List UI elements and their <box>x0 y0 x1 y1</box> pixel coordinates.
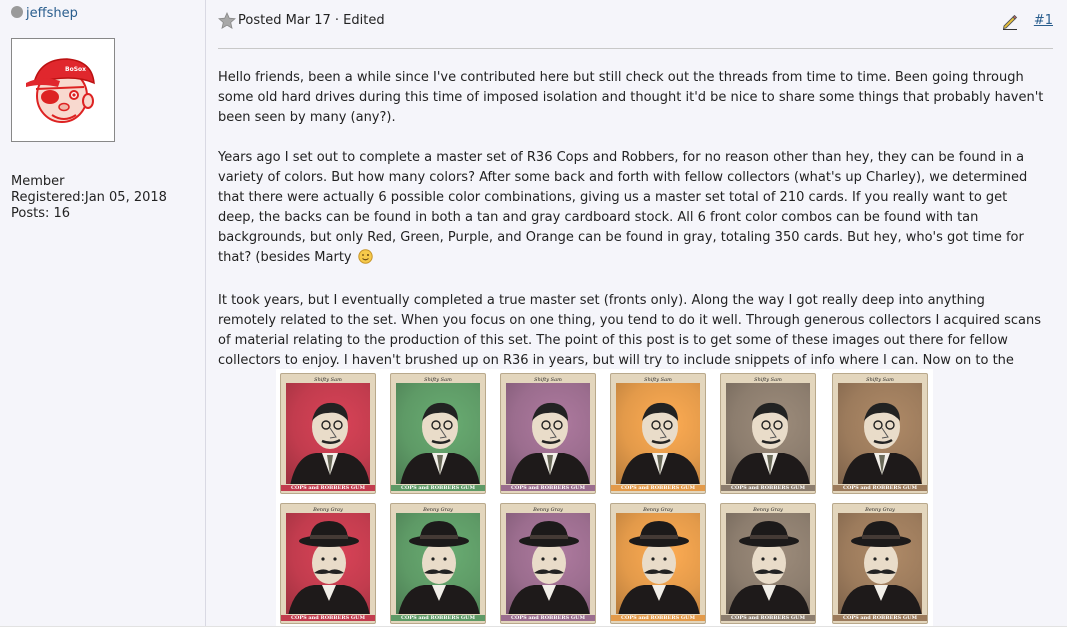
edit-pencil-icon[interactable] <box>1001 12 1019 34</box>
trading-card: Shifty Sam COPS and ROBBERS GUM <box>832 373 928 494</box>
user-row: jeffshep <box>11 6 78 21</box>
trading-card: Shifty Sam COPS and ROBBERS GUM <box>500 373 596 494</box>
user-sidebar: jeffshep BoSox Member Registered:Jan 05,… <box>0 0 206 626</box>
post-number-link[interactable]: #1 <box>1034 13 1053 28</box>
card-portrait <box>616 383 700 484</box>
post-line: Years ago I set out to complete a master… <box>218 150 1025 165</box>
card-brand: COPS and ROBBERS GUM <box>611 485 705 491</box>
card-brand: COPS and ROBBERS GUM <box>281 485 375 491</box>
post-paragraph: It took years, but I eventually complete… <box>218 291 1056 371</box>
post-body: Hello friends, been a while since I've c… <box>218 68 1056 391</box>
card-brand: COPS and ROBBERS GUM <box>833 485 927 491</box>
bottom-strip <box>0 626 1067 637</box>
post-line: been seen by many (any?). <box>218 110 396 125</box>
trading-card: Benny Gray COPS and ROBBERS GUM <box>500 503 596 624</box>
card-portrait <box>506 513 590 614</box>
card-portrait <box>726 383 810 484</box>
post-meta: Posted Mar 17 · Edited <box>238 13 385 28</box>
trading-card: Shifty Sam COPS and ROBBERS GUM <box>720 373 816 494</box>
user-post-count: Posts: 16 <box>11 206 71 221</box>
avatar-cap-text: BoSox <box>65 66 86 73</box>
post-paragraph: Hello friends, been a while since I've c… <box>218 68 1056 128</box>
post-line: of material relating to the production o… <box>218 333 1008 348</box>
trading-card: Benny Gray COPS and ROBBERS GUM <box>280 503 376 624</box>
trading-card: Benny Gray COPS and ROBBERS GUM <box>610 503 706 624</box>
card-brand: COPS and ROBBERS GUM <box>391 615 485 621</box>
card-brand: COPS and ROBBERS GUM <box>721 485 815 491</box>
trading-card: Benny Gray COPS and ROBBERS GUM <box>832 503 928 624</box>
trading-card: Benny Gray COPS and ROBBERS GUM <box>720 503 816 624</box>
card-portrait <box>616 513 700 614</box>
card-brand: COPS and ROBBERS GUM <box>611 615 705 621</box>
card-brand: COPS and ROBBERS GUM <box>281 615 375 621</box>
offline-status-icon <box>11 6 23 18</box>
card-portrait <box>506 383 590 484</box>
card-portrait <box>286 383 370 484</box>
card-brand: COPS and ROBBERS GUM <box>833 615 927 621</box>
post-line: It took years, but I eventually complete… <box>218 293 985 308</box>
trading-card: Benny Gray COPS and ROBBERS GUM <box>390 503 486 624</box>
card-portrait <box>726 513 810 614</box>
post-line: variety of colors. But how many colors? … <box>218 170 1028 185</box>
card-brand: COPS and ROBBERS GUM <box>501 615 595 621</box>
card-brand: COPS and ROBBERS GUM <box>391 485 485 491</box>
post-header: Posted Mar 17 · Edited #1 <box>218 12 1053 49</box>
user-registered: Registered:Jan 05, 2018 <box>11 190 167 205</box>
post-line: that? (besides Marty <box>218 250 356 265</box>
card-brand: COPS and ROBBERS GUM <box>721 615 815 621</box>
post-line: backgrounds, but only Red, Green, Purple… <box>218 230 1024 245</box>
avatar-image: BoSox <box>26 58 95 123</box>
post-line: some old hard drives during this time of… <box>218 90 1044 105</box>
card-portrait <box>396 513 480 614</box>
trading-card: Shifty Sam COPS and ROBBERS GUM <box>390 373 486 494</box>
star-icon[interactable] <box>218 12 236 34</box>
user-meta: Member Registered:Jan 05, 2018 Posts: 16 <box>11 174 167 222</box>
avatar[interactable]: BoSox <box>11 38 115 142</box>
card-portrait <box>396 383 480 484</box>
trading-card: Shifty Sam COPS and ROBBERS GUM <box>280 373 376 494</box>
post-line: deep, the backs can be found in both a t… <box>218 210 979 225</box>
card-scan-image[interactable]: Shifty Sam COPS and ROBBERS GUM Shifty Sam… <box>276 369 933 627</box>
user-rank: Member <box>11 174 65 189</box>
card-brand: COPS and ROBBERS GUM <box>501 485 595 491</box>
post-line: collectors to enjoy. I haven't brushed u… <box>218 353 1014 368</box>
username-link[interactable]: jeffshep <box>26 6 78 21</box>
post-paragraph: Years ago I set out to complete a master… <box>218 148 1056 271</box>
card-portrait <box>838 383 922 484</box>
card-portrait <box>286 513 370 614</box>
post-line: that there were actually 6 possible colo… <box>218 190 1008 205</box>
post-line: remotely related to the set. When you fo… <box>218 313 1041 328</box>
trading-card: Shifty Sam COPS and ROBBERS GUM <box>610 373 706 494</box>
wink-emoji-icon <box>358 249 373 271</box>
card-portrait <box>838 513 922 614</box>
post-line: Hello friends, been a while since I've c… <box>218 70 1024 85</box>
